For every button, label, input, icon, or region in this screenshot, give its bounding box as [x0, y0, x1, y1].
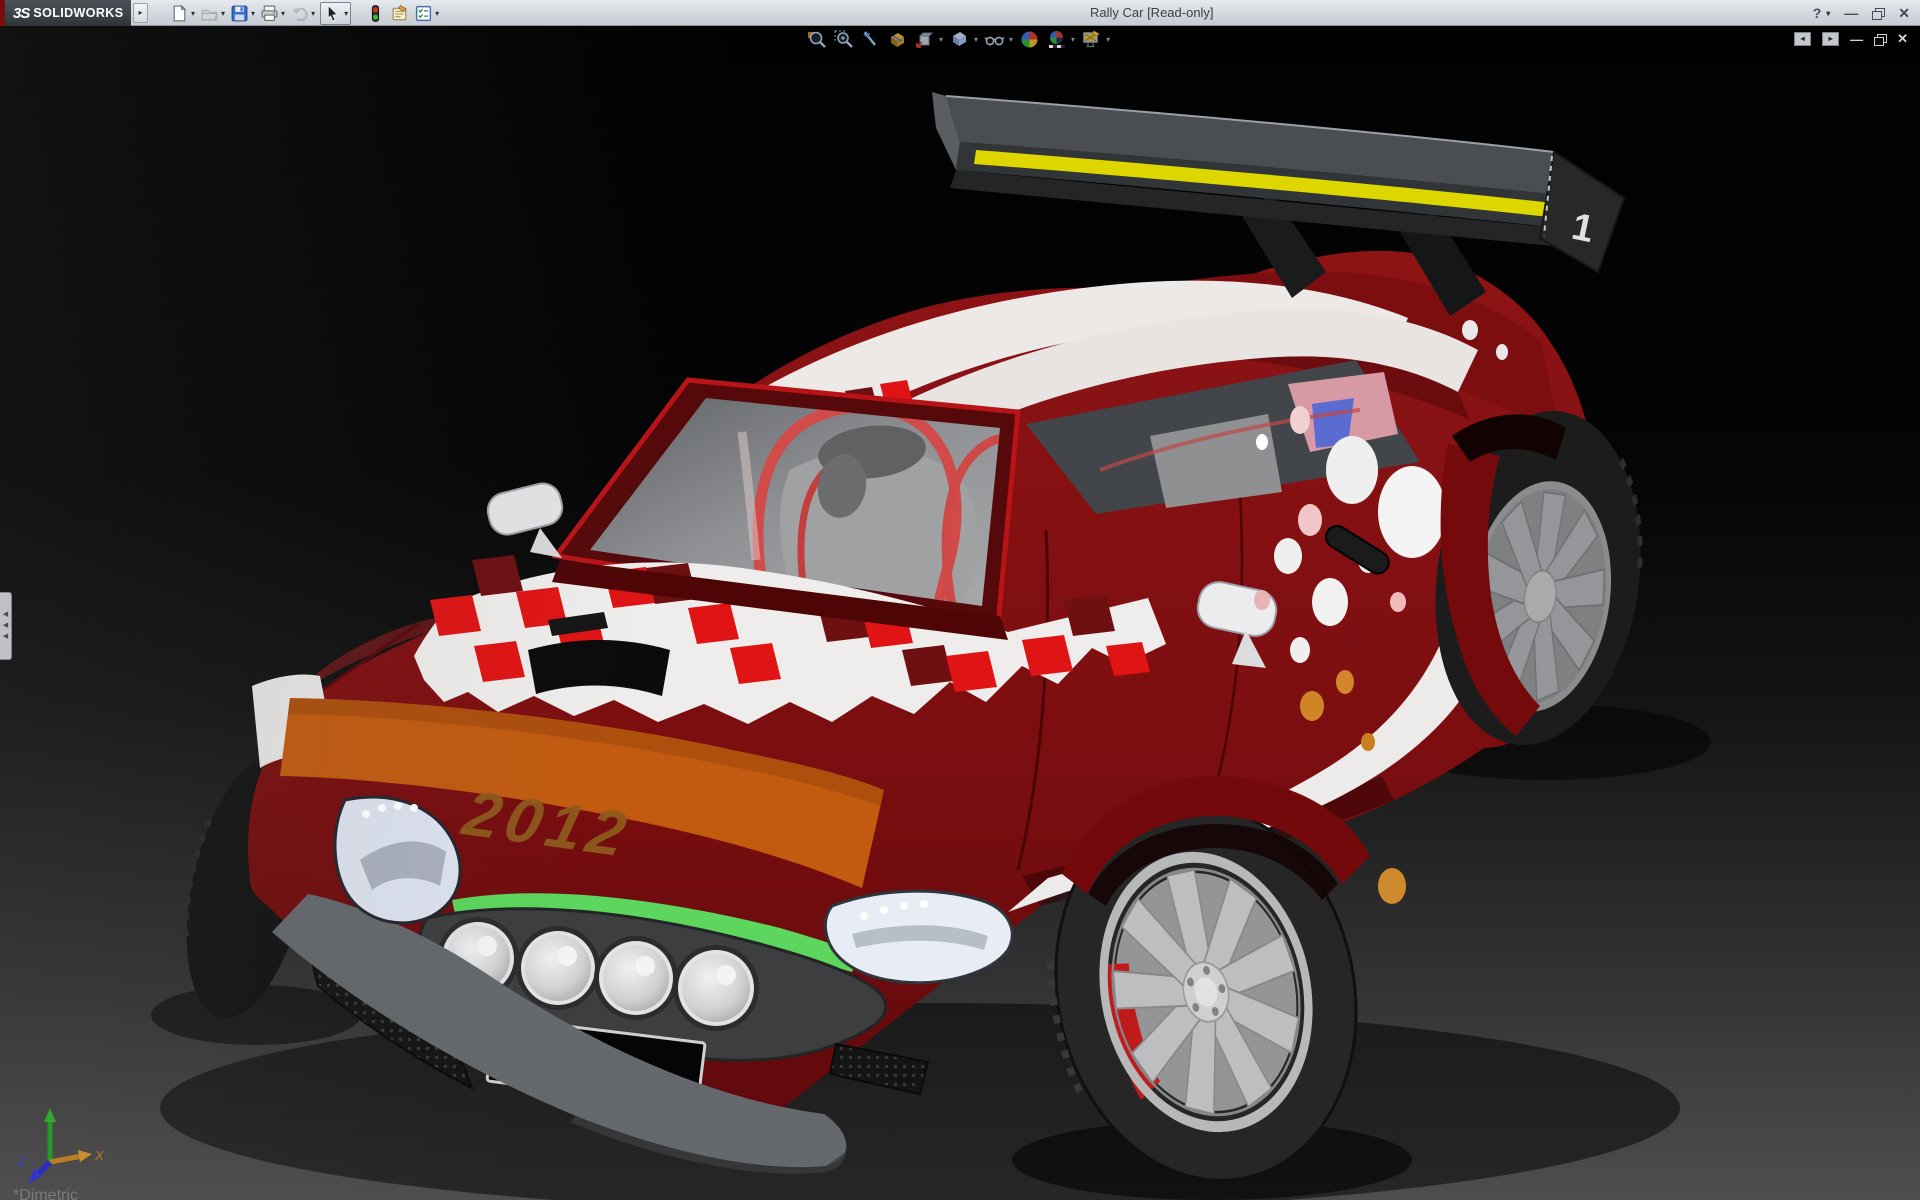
- triad-z-axis: Z: [17, 1154, 50, 1184]
- open-button[interactable]: ▾: [200, 4, 225, 23]
- close-button[interactable]: ✕: [1898, 5, 1910, 22]
- save-button[interactable]: ▾: [230, 4, 255, 23]
- view-orientation-label: *Dimetric: [13, 1187, 78, 1200]
- chevron-down-icon[interactable]: ▾: [191, 9, 195, 18]
- sketch-note-button[interactable]: [390, 4, 409, 23]
- rally-car-model: 2012: [0, 26, 1920, 1200]
- main-toolbar: ▾ ▾ ▾ ▾ ▾ ▾: [170, 1, 444, 25]
- chevron-down-icon[interactable]: ▾: [344, 9, 348, 18]
- reference-triad: X Z: [16, 1104, 106, 1188]
- brand-name: SOLIDWORKS: [33, 6, 123, 20]
- help-icon: ?: [1813, 5, 1822, 21]
- title-bar: 3S SOLIDWORKS ▸ ▾ ▾ ▾ ▾ ▾: [0, 0, 1920, 26]
- stoplight-button[interactable]: [366, 4, 385, 23]
- solidworks-logo: 3S SOLIDWORKS: [5, 0, 131, 26]
- left-mirror: [484, 480, 566, 539]
- triad-y-axis: [44, 1108, 56, 1162]
- restore-button[interactable]: [1872, 8, 1884, 19]
- stoplight-icon: [366, 4, 385, 23]
- triad-z-label: Z: [17, 1154, 27, 1169]
- select-tool-button[interactable]: ▾: [320, 2, 351, 25]
- minimize-button[interactable]: —: [1844, 5, 1858, 21]
- new-document-icon: [170, 4, 189, 23]
- triad-x-label: X: [94, 1148, 105, 1163]
- options-button[interactable]: ▾: [414, 4, 439, 23]
- chevron-down-icon[interactable]: ▾: [221, 9, 225, 18]
- save-icon: [230, 4, 249, 23]
- help-button[interactable]: ? ▾: [1813, 5, 1831, 21]
- options-checklist-icon: [414, 4, 433, 23]
- chevron-down-icon[interactable]: ▾: [251, 9, 255, 18]
- triad-x-axis: X: [50, 1148, 105, 1163]
- chevron-down-icon[interactable]: ▾: [281, 9, 285, 18]
- print-icon: [260, 4, 279, 23]
- print-button[interactable]: ▾: [260, 4, 285, 23]
- chevron-down-icon[interactable]: ▾: [435, 9, 439, 18]
- graphics-viewport[interactable]: ▾ ▾ ▾ ▾ ▾ ◂ ▸: [0, 26, 1920, 1200]
- undo-button[interactable]: ▾: [290, 4, 315, 23]
- open-icon: [200, 4, 219, 23]
- toolbar-flyout-button[interactable]: ▸: [133, 3, 148, 23]
- new-document-button[interactable]: ▾: [170, 4, 195, 23]
- select-cursor-icon: [323, 4, 342, 23]
- titlebar-controls: ? ▾ — ✕: [1813, 0, 1910, 26]
- brand-glyph: 3S: [13, 5, 29, 22]
- sketch-note-icon: [390, 4, 409, 23]
- window-title: Rally Car [Read-only]: [1090, 0, 1214, 26]
- solidworks-window: 3S SOLIDWORKS ▸ ▾ ▾ ▾ ▾ ▾: [0, 0, 1920, 1200]
- chevron-down-icon[interactable]: ▾: [311, 9, 315, 18]
- chevron-down-icon[interactable]: ▾: [1826, 9, 1830, 18]
- undo-icon: [290, 4, 309, 23]
